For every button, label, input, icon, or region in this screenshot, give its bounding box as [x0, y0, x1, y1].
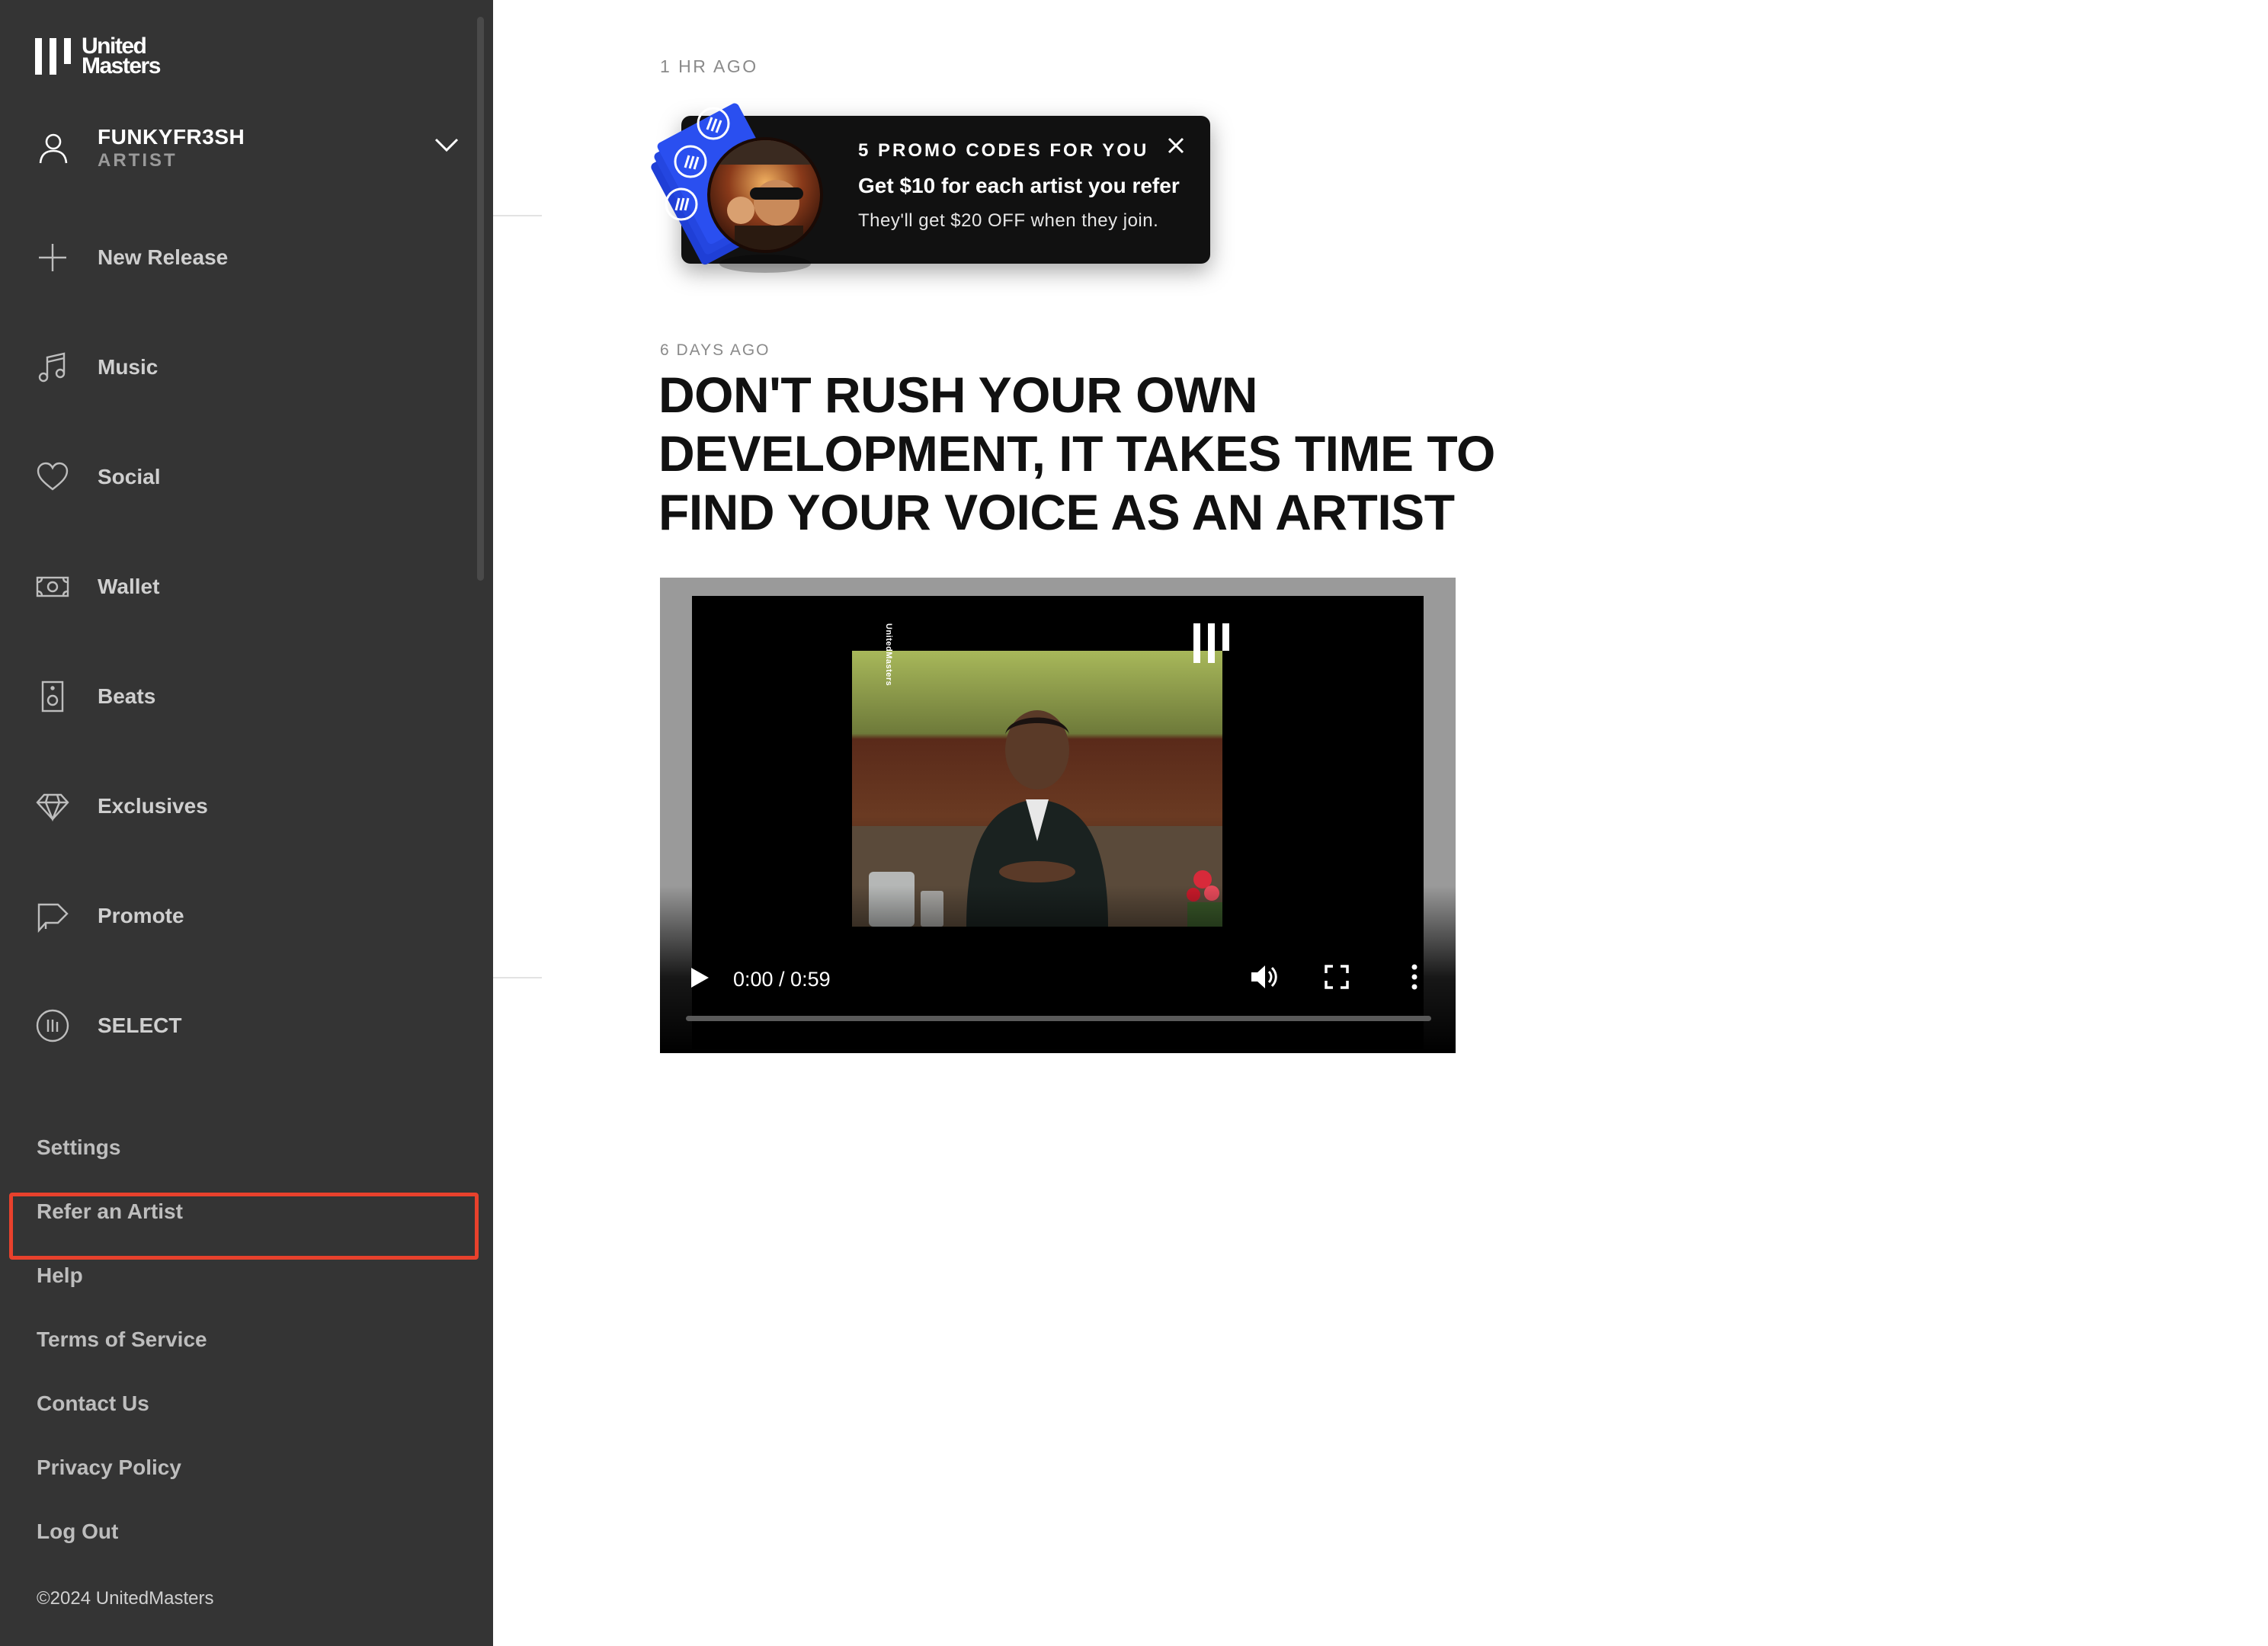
logo-wordmark: United Masters: [82, 34, 161, 78]
fullscreen-icon[interactable]: [1323, 963, 1350, 991]
nav-wallet[interactable]: Wallet: [35, 564, 462, 610]
sidebar: United Masters FUNKYFR3SH ARTIST New Rel…: [0, 0, 493, 1646]
play-icon[interactable]: [686, 965, 712, 991]
help-link[interactable]: Help: [37, 1260, 83, 1291]
nav-music[interactable]: Music: [35, 344, 462, 390]
nav-promote[interactable]: Promote: [35, 893, 462, 939]
promo-card-wrapper[interactable]: 5 PROMO CODES FOR YOU Get $10 for each a…: [651, 81, 1215, 309]
contact-us-link[interactable]: Contact Us: [37, 1388, 149, 1419]
promo-headline: Get $10 for each artist you refer: [858, 174, 1180, 197]
unitedmasters-watermark-icon: [1193, 623, 1241, 663]
sidebar-scrollbar[interactable]: [477, 17, 484, 581]
feed-divider: [493, 977, 542, 978]
user-icon: [39, 133, 68, 164]
volume-icon[interactable]: [1248, 962, 1279, 992]
promo-tickets-icon: [651, 103, 823, 273]
cash-icon: [36, 576, 69, 597]
post-headline[interactable]: DON'T RUSH YOUR OWN DEVELOPMENT, IT TAKE…: [658, 366, 1512, 542]
account-name: FUNKYFR3SH: [98, 125, 245, 149]
copyright: ©2024 UnitedMasters: [37, 1588, 214, 1609]
account-role: ARTIST: [98, 150, 178, 171]
video-progress-bar[interactable]: [686, 1016, 1431, 1021]
post-timestamp: 6 DAYS AGO: [660, 341, 770, 359]
promo-timestamp: 1 HR AGO: [660, 56, 758, 76]
terms-of-service-link[interactable]: Terms of Service: [37, 1324, 207, 1355]
diamond-icon: [36, 793, 69, 822]
video-side-brand: UnitedMasters: [884, 623, 893, 687]
log-out-link[interactable]: Log Out: [37, 1516, 118, 1547]
logo-mark-icon: [35, 38, 71, 75]
refer-artist-highlight: [9, 1193, 479, 1260]
more-options-icon[interactable]: [1405, 962, 1424, 992]
privacy-policy-link[interactable]: Privacy Policy: [37, 1452, 181, 1483]
plus-icon: [39, 244, 66, 271]
nav-new-release[interactable]: New Release: [35, 235, 462, 280]
speaker-icon: [41, 680, 64, 713]
megaphone-icon: [37, 903, 69, 933]
nav-beats[interactable]: Beats: [35, 674, 462, 719]
music-note-icon: [38, 352, 66, 383]
chevron-down-icon[interactable]: [431, 130, 462, 160]
close-icon[interactable]: [1163, 133, 1189, 159]
promo-subtext: They'll get $20 OFF when they join.: [858, 210, 1159, 231]
settings-link[interactable]: Settings: [37, 1132, 120, 1163]
heart-icon: [37, 462, 69, 491]
video-time: 0:00 / 0:59: [733, 968, 831, 991]
nav-select[interactable]: SELECT: [35, 1003, 462, 1049]
unitedmasters-logo[interactable]: United Masters: [35, 34, 161, 79]
nav-social[interactable]: Social: [35, 454, 462, 500]
account-switcher[interactable]: FUNKYFR3SH ARTIST: [35, 120, 462, 175]
feed-divider: [493, 215, 542, 216]
promo-title: 5 PROMO CODES FOR YOU: [858, 140, 1149, 161]
select-badge-icon: [36, 1009, 69, 1042]
nav-exclusives[interactable]: Exclusives: [35, 783, 462, 829]
